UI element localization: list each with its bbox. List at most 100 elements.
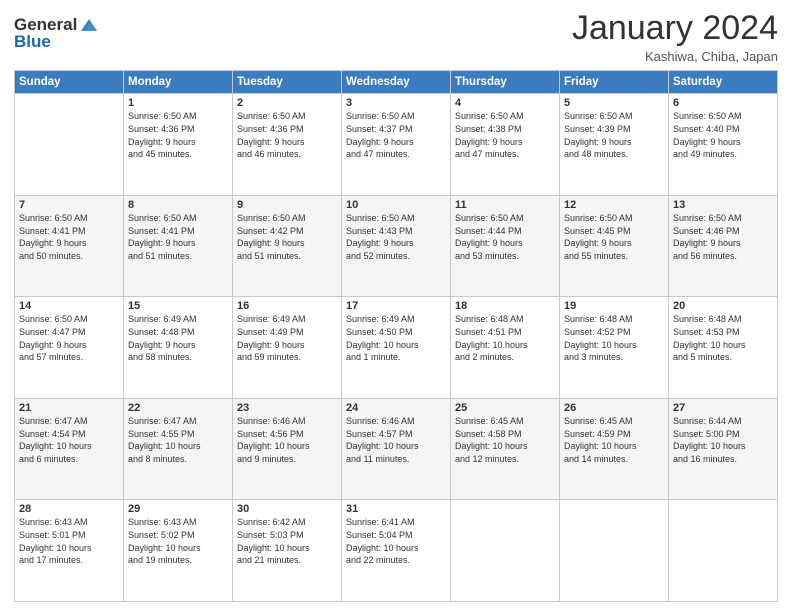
day-number: 5	[564, 97, 664, 109]
table-row: 29Sunrise: 6:43 AMSunset: 5:02 PMDayligh…	[124, 500, 233, 602]
day-info: Sunrise: 6:42 AMSunset: 5:03 PMDaylight:…	[237, 516, 337, 566]
day-info: Sunrise: 6:45 AMSunset: 4:59 PMDaylight:…	[564, 415, 664, 465]
day-info: Sunrise: 6:48 AMSunset: 4:51 PMDaylight:…	[455, 313, 555, 363]
day-info: Sunrise: 6:46 AMSunset: 4:56 PMDaylight:…	[237, 415, 337, 465]
col-sunday: Sunday	[15, 71, 124, 94]
day-number: 21	[19, 402, 119, 414]
table-row: 18Sunrise: 6:48 AMSunset: 4:51 PMDayligh…	[451, 297, 560, 399]
table-row: 13Sunrise: 6:50 AMSunset: 4:46 PMDayligh…	[669, 195, 778, 297]
day-number: 16	[237, 300, 337, 312]
day-number: 3	[346, 97, 446, 109]
day-number: 20	[673, 300, 773, 312]
main-title: January 2024	[572, 10, 778, 47]
day-info: Sunrise: 6:50 AMSunset: 4:36 PMDaylight:…	[128, 110, 228, 160]
table-row: 16Sunrise: 6:49 AMSunset: 4:49 PMDayligh…	[233, 297, 342, 399]
day-info: Sunrise: 6:50 AMSunset: 4:42 PMDaylight:…	[237, 212, 337, 262]
table-row: 19Sunrise: 6:48 AMSunset: 4:52 PMDayligh…	[560, 297, 669, 399]
day-number: 10	[346, 199, 446, 211]
col-tuesday: Tuesday	[233, 71, 342, 94]
calendar-week-row: 14Sunrise: 6:50 AMSunset: 4:47 PMDayligh…	[15, 297, 778, 399]
table-row: 17Sunrise: 6:49 AMSunset: 4:50 PMDayligh…	[342, 297, 451, 399]
day-number: 29	[128, 503, 228, 515]
day-number: 17	[346, 300, 446, 312]
day-info: Sunrise: 6:50 AMSunset: 4:44 PMDaylight:…	[455, 212, 555, 262]
table-row: 9Sunrise: 6:50 AMSunset: 4:42 PMDaylight…	[233, 195, 342, 297]
col-friday: Friday	[560, 71, 669, 94]
day-info: Sunrise: 6:47 AMSunset: 4:54 PMDaylight:…	[19, 415, 119, 465]
day-info: Sunrise: 6:50 AMSunset: 4:37 PMDaylight:…	[346, 110, 446, 160]
day-info: Sunrise: 6:50 AMSunset: 4:36 PMDaylight:…	[237, 110, 337, 160]
day-info: Sunrise: 6:46 AMSunset: 4:57 PMDaylight:…	[346, 415, 446, 465]
day-info: Sunrise: 6:47 AMSunset: 4:55 PMDaylight:…	[128, 415, 228, 465]
calendar-week-row: 7Sunrise: 6:50 AMSunset: 4:41 PMDaylight…	[15, 195, 778, 297]
calendar-week-row: 28Sunrise: 6:43 AMSunset: 5:01 PMDayligh…	[15, 500, 778, 602]
table-row: 4Sunrise: 6:50 AMSunset: 4:38 PMDaylight…	[451, 94, 560, 196]
day-info: Sunrise: 6:50 AMSunset: 4:41 PMDaylight:…	[19, 212, 119, 262]
table-row: 7Sunrise: 6:50 AMSunset: 4:41 PMDaylight…	[15, 195, 124, 297]
day-info: Sunrise: 6:43 AMSunset: 5:02 PMDaylight:…	[128, 516, 228, 566]
day-info: Sunrise: 6:48 AMSunset: 4:52 PMDaylight:…	[564, 313, 664, 363]
day-number: 30	[237, 503, 337, 515]
day-number: 22	[128, 402, 228, 414]
title-block: January 2024 Kashiwa, Chiba, Japan	[572, 10, 778, 64]
table-row: 20Sunrise: 6:48 AMSunset: 4:53 PMDayligh…	[669, 297, 778, 399]
day-number: 7	[19, 199, 119, 211]
table-row: 23Sunrise: 6:46 AMSunset: 4:56 PMDayligh…	[233, 398, 342, 500]
table-row: 27Sunrise: 6:44 AMSunset: 5:00 PMDayligh…	[669, 398, 778, 500]
day-number: 1	[128, 97, 228, 109]
table-row: 26Sunrise: 6:45 AMSunset: 4:59 PMDayligh…	[560, 398, 669, 500]
table-row: 22Sunrise: 6:47 AMSunset: 4:55 PMDayligh…	[124, 398, 233, 500]
day-number: 31	[346, 503, 446, 515]
col-thursday: Thursday	[451, 71, 560, 94]
day-info: Sunrise: 6:44 AMSunset: 5:00 PMDaylight:…	[673, 415, 773, 465]
table-row	[560, 500, 669, 602]
table-row: 5Sunrise: 6:50 AMSunset: 4:39 PMDaylight…	[560, 94, 669, 196]
day-number: 27	[673, 402, 773, 414]
day-number: 18	[455, 300, 555, 312]
table-row: 24Sunrise: 6:46 AMSunset: 4:57 PMDayligh…	[342, 398, 451, 500]
day-number: 2	[237, 97, 337, 109]
location: Kashiwa, Chiba, Japan	[572, 49, 778, 64]
day-number: 8	[128, 199, 228, 211]
day-number: 24	[346, 402, 446, 414]
day-info: Sunrise: 6:50 AMSunset: 4:41 PMDaylight:…	[128, 212, 228, 262]
table-row: 30Sunrise: 6:42 AMSunset: 5:03 PMDayligh…	[233, 500, 342, 602]
table-row: 14Sunrise: 6:50 AMSunset: 4:47 PMDayligh…	[15, 297, 124, 399]
day-info: Sunrise: 6:50 AMSunset: 4:40 PMDaylight:…	[673, 110, 773, 160]
day-number: 14	[19, 300, 119, 312]
day-info: Sunrise: 6:45 AMSunset: 4:58 PMDaylight:…	[455, 415, 555, 465]
day-info: Sunrise: 6:41 AMSunset: 5:04 PMDaylight:…	[346, 516, 446, 566]
day-info: Sunrise: 6:50 AMSunset: 4:39 PMDaylight:…	[564, 110, 664, 160]
day-number: 11	[455, 199, 555, 211]
day-number: 28	[19, 503, 119, 515]
day-info: Sunrise: 6:43 AMSunset: 5:01 PMDaylight:…	[19, 516, 119, 566]
day-info: Sunrise: 6:48 AMSunset: 4:53 PMDaylight:…	[673, 313, 773, 363]
day-info: Sunrise: 6:50 AMSunset: 4:47 PMDaylight:…	[19, 313, 119, 363]
col-monday: Monday	[124, 71, 233, 94]
day-number: 6	[673, 97, 773, 109]
day-number: 25	[455, 402, 555, 414]
day-number: 15	[128, 300, 228, 312]
table-row: 25Sunrise: 6:45 AMSunset: 4:58 PMDayligh…	[451, 398, 560, 500]
table-row: 12Sunrise: 6:50 AMSunset: 4:45 PMDayligh…	[560, 195, 669, 297]
table-row	[669, 500, 778, 602]
table-row: 10Sunrise: 6:50 AMSunset: 4:43 PMDayligh…	[342, 195, 451, 297]
table-row	[15, 94, 124, 196]
calendar-header-row: Sunday Monday Tuesday Wednesday Thursday…	[15, 71, 778, 94]
day-number: 9	[237, 199, 337, 211]
day-info: Sunrise: 6:50 AMSunset: 4:38 PMDaylight:…	[455, 110, 555, 160]
logo: General Blue	[14, 14, 100, 52]
logo-blue: Blue	[14, 32, 51, 52]
table-row: 28Sunrise: 6:43 AMSunset: 5:01 PMDayligh…	[15, 500, 124, 602]
day-number: 26	[564, 402, 664, 414]
col-saturday: Saturday	[669, 71, 778, 94]
day-number: 12	[564, 199, 664, 211]
day-number: 19	[564, 300, 664, 312]
table-row: 15Sunrise: 6:49 AMSunset: 4:48 PMDayligh…	[124, 297, 233, 399]
day-number: 4	[455, 97, 555, 109]
table-row: 31Sunrise: 6:41 AMSunset: 5:04 PMDayligh…	[342, 500, 451, 602]
header: General Blue January 2024 Kashiwa, Chiba…	[14, 10, 778, 64]
table-row: 6Sunrise: 6:50 AMSunset: 4:40 PMDaylight…	[669, 94, 778, 196]
calendar-week-row: 1Sunrise: 6:50 AMSunset: 4:36 PMDaylight…	[15, 94, 778, 196]
day-number: 13	[673, 199, 773, 211]
